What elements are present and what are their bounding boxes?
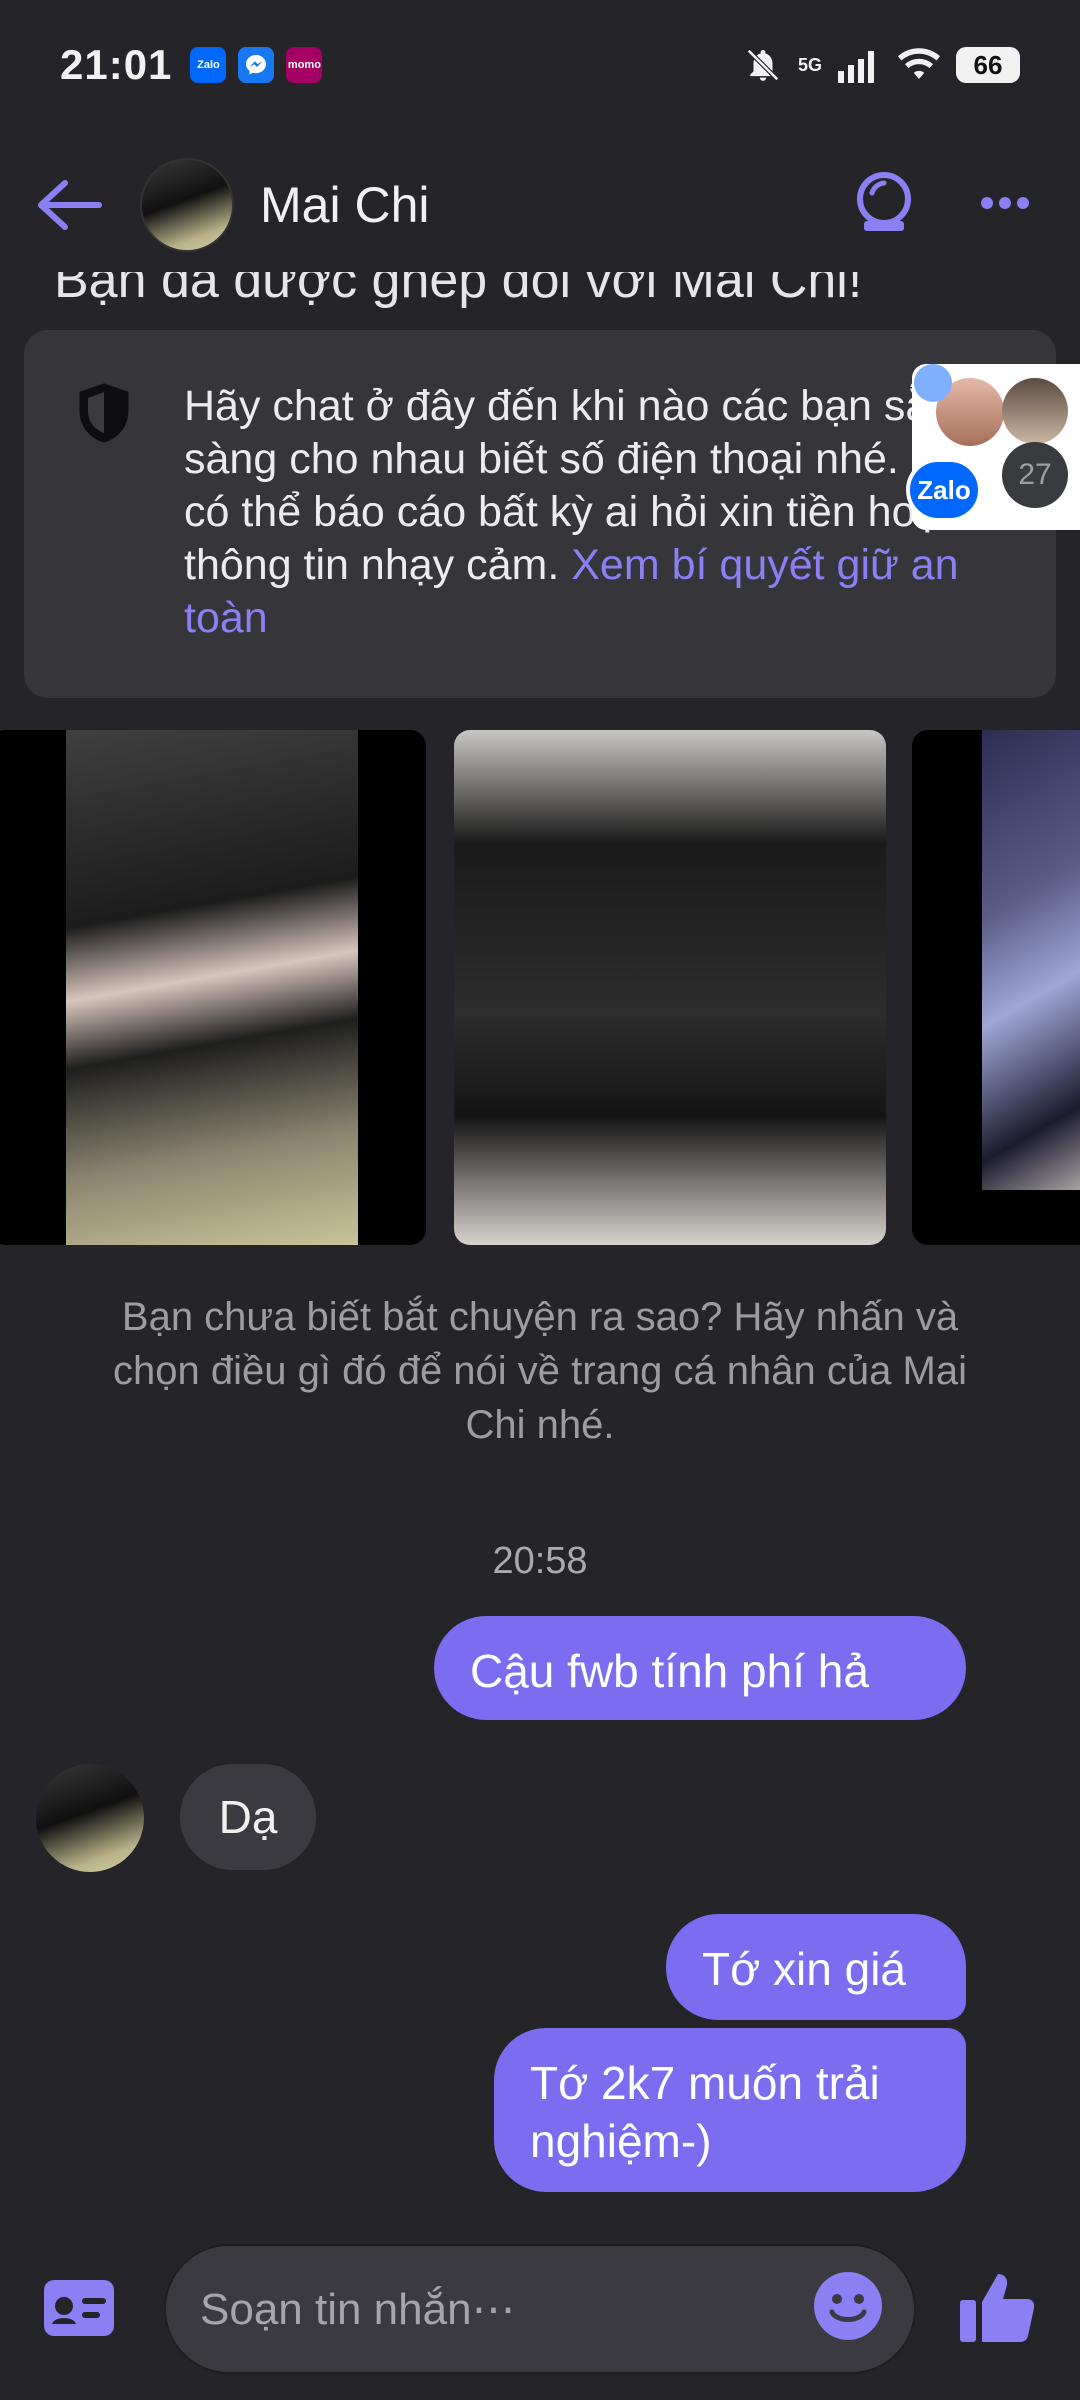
crystal-ball-icon — [857, 171, 911, 231]
profile-photo[interactable] — [912, 730, 1080, 1245]
messenger-icon — [238, 47, 275, 83]
profile-photo[interactable] — [0, 730, 426, 1245]
like-button[interactable] — [958, 2270, 1036, 2349]
message-outgoing[interactable]: Tớ 2k7 muốn trải nghiệm-) — [494, 2028, 966, 2192]
profile-card-button[interactable] — [44, 2280, 114, 2341]
message-composer: Soạn tin nhắn⋯ — [0, 2240, 1080, 2380]
more-dots-icon — [981, 196, 1029, 209]
crystal-ball-button[interactable] — [854, 171, 914, 240]
status-app-icons: Zalo momo — [190, 47, 323, 83]
message-outgoing[interactable]: Cậu fwb tính phí hả — [434, 1616, 966, 1720]
network-label: 5G — [797, 54, 822, 75]
momo-icon: momo — [286, 47, 323, 83]
contact-avatar[interactable] — [36, 1764, 144, 1872]
bell-muted-icon — [747, 49, 779, 81]
message-input[interactable]: Soạn tin nhắn⋯ — [164, 2244, 916, 2374]
profile-photos[interactable] — [0, 730, 1080, 1245]
message-timestamp: 20:58 — [492, 1540, 588, 1582]
notification-dot — [914, 364, 952, 402]
contact-avatar[interactable] — [140, 158, 234, 252]
chat-head-count: 27 — [1002, 442, 1068, 508]
safety-text: Hãy chat ở đây đến khi nào các bạn sẵn s… — [184, 380, 1034, 645]
battery-indicator: 66 — [956, 47, 1020, 83]
id-card-icon — [44, 2280, 114, 2336]
message-outgoing[interactable]: Tớ xin giá — [666, 1914, 966, 2020]
status-bar: 21:01 Zalo momo 5G 66 — [0, 0, 1080, 130]
shield-icon — [79, 383, 129, 443]
conversation-starter-hint: Bạn chưa biết bắt chuyện ra sao? Hãy nhấ… — [113, 1295, 967, 1447]
wifi-icon — [898, 48, 940, 79]
emoji-button[interactable] — [812, 2270, 884, 2347]
smiley-icon — [814, 2272, 882, 2340]
status-indicators: 5G 66 — [744, 46, 1020, 84]
zalo-icon: Zalo — [190, 47, 227, 83]
chat-head-avatar — [1002, 378, 1068, 444]
message-incoming[interactable]: Dạ — [180, 1764, 316, 1870]
thumbs-up-icon — [960, 2274, 1035, 2342]
arrow-left-icon — [38, 180, 102, 230]
status-time: 21:01 — [60, 41, 173, 88]
signal-icon — [838, 51, 874, 83]
back-button[interactable] — [30, 165, 110, 245]
chat-header: Mai Chi — [0, 140, 1080, 270]
profile-photo[interactable] — [454, 730, 886, 1245]
zalo-logo-icon: Zalo — [906, 458, 982, 522]
floating-chat-bubble[interactable]: 27 Zalo — [906, 364, 1080, 530]
contact-name[interactable]: Mai Chi — [260, 176, 429, 234]
safety-card: Hãy chat ở đây đến khi nào các bạn sẵn s… — [24, 330, 1056, 698]
more-options-button[interactable] — [980, 196, 1030, 215]
